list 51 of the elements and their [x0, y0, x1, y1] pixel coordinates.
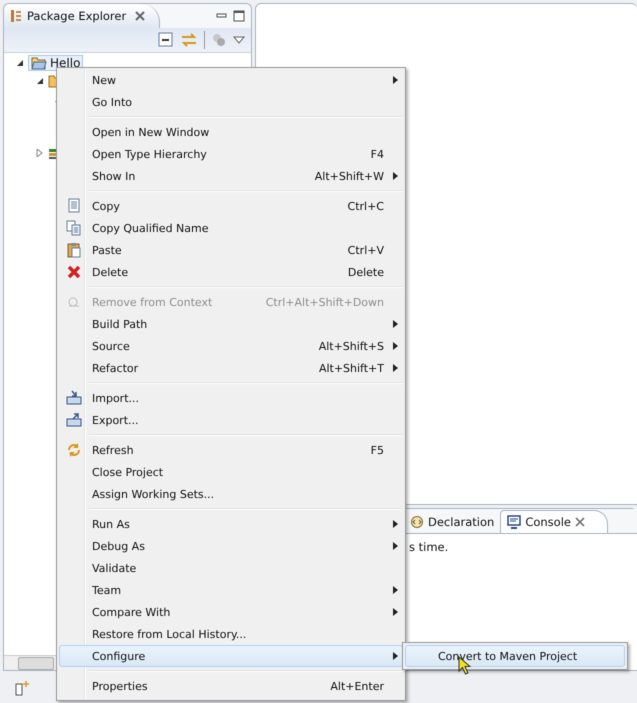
- menu-item[interactable]: Open in New Window: [59, 121, 403, 143]
- package-explorer-icon: [10, 9, 22, 23]
- menu-item[interactable]: Copy Ctrl+C: [59, 195, 403, 217]
- menu-item[interactable]: Copy Qualified Name: [59, 217, 403, 239]
- menu-item[interactable]: Team: [59, 579, 403, 601]
- paste-icon: [66, 242, 82, 258]
- menu-item[interactable]: Go Into: [59, 91, 403, 113]
- menu-item[interactable]: Run As: [59, 513, 403, 535]
- menu-item[interactable]: Compare With: [59, 601, 403, 623]
- close-icon[interactable]: [574, 517, 585, 527]
- menu-item[interactable]: Close Project: [59, 461, 403, 483]
- minimize-icon[interactable]: [216, 12, 227, 20]
- menu-item[interactable]: Configure: [59, 645, 403, 667]
- menu-item[interactable]: Delete Delete: [59, 261, 403, 283]
- export-icon: [66, 412, 82, 428]
- menu-item[interactable]: Properties Alt+Enter: [59, 675, 403, 697]
- menu-item[interactable]: Open Type Hierarchy F4: [59, 143, 403, 165]
- view-menu-icon[interactable]: [233, 35, 245, 45]
- copy-icon: [66, 220, 82, 236]
- tab-title: Package Explorer: [27, 9, 126, 23]
- collapse-all-icon[interactable]: [158, 32, 174, 48]
- menu-item[interactable]: Assign Working Sets...: [59, 483, 403, 505]
- copy-icon: [66, 198, 82, 214]
- console-text: s time.: [409, 540, 448, 554]
- menu-item[interactable]: Source Alt+Shift+S: [59, 335, 403, 357]
- delete-icon: [66, 264, 82, 280]
- close-icon[interactable]: [135, 11, 146, 21]
- menu-item[interactable]: Show In Alt+Shift+W: [59, 165, 403, 187]
- menu-item[interactable]: Debug As: [59, 535, 403, 557]
- refresh-icon: [66, 442, 82, 458]
- panel-tab[interactable]: Console: [500, 510, 608, 533]
- menu-item[interactable]: Validate: [59, 557, 403, 579]
- menu-item[interactable]: Paste Ctrl+V: [59, 239, 403, 261]
- collapsed-arrow-icon: [36, 149, 44, 157]
- panel-tab[interactable]: Declaration: [404, 511, 500, 533]
- console-icon: [507, 515, 522, 529]
- menu-item[interactable]: Import...: [59, 387, 403, 409]
- menu-item[interactable]: New: [59, 69, 403, 91]
- maximize-icon[interactable]: [233, 10, 245, 22]
- menu-item[interactable]: Build Path: [59, 313, 403, 335]
- menu-item[interactable]: Refresh F5: [59, 439, 403, 461]
- menu-item[interactable]: Convert to Maven Project: [405, 645, 625, 667]
- expanded-arrow-icon: [36, 77, 44, 85]
- package-explorer-tab[interactable]: Package Explorer: [4, 4, 160, 28]
- menu-item[interactable]: Refactor Alt+Shift+T: [59, 357, 403, 379]
- declaration-icon: [410, 515, 424, 529]
- fast-view-icon[interactable]: [14, 680, 30, 696]
- menu-item[interactable]: Export...: [59, 409, 403, 431]
- menu-item[interactable]: Restore from Local History...: [59, 623, 403, 645]
- import-icon: [66, 390, 82, 406]
- folder-icon: [31, 56, 47, 70]
